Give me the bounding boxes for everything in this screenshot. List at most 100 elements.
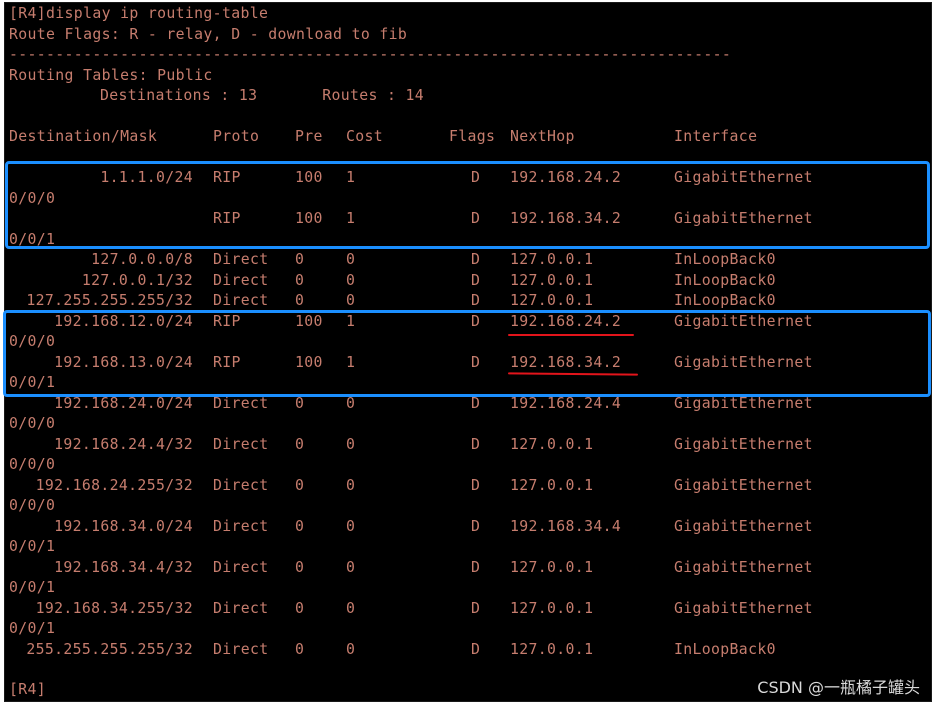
- route-proto: Direct: [213, 476, 269, 494]
- route-cost: 0: [346, 271, 356, 289]
- separator-line: ----------------------------------------…: [9, 46, 732, 63]
- header-nexthop: NextHop: [510, 128, 575, 145]
- route-interface: GigabitEthernet: [674, 558, 813, 576]
- route-pre: 0: [295, 251, 305, 268]
- route-cost: 0: [346, 251, 356, 268]
- route-destination: 192.168.13.0/24: [54, 353, 193, 371]
- route-interface: InLoopBack0: [674, 251, 776, 268]
- terminal-window[interactable]: [R4]display ip routing-table Route Flags…: [4, 2, 932, 702]
- route-destination: 1.1.1.0/24: [100, 169, 193, 186]
- route-interface-continuation: 0/0/1: [9, 230, 56, 248]
- route-destination: 192.168.34.0/24: [54, 517, 193, 535]
- route-nexthop: 127.0.0.1: [510, 435, 594, 453]
- route-nexthop: 192.168.34.2: [510, 210, 622, 227]
- route-nexthop: 192.168.24.2: [510, 312, 622, 330]
- route-pre: 100: [295, 312, 323, 330]
- route-proto: Direct: [213, 558, 269, 576]
- final-prompt: [R4]: [9, 681, 47, 698]
- route-interface: GigabitEthernet: [674, 435, 813, 453]
- route-nexthop: 192.168.34.4: [510, 517, 622, 535]
- route-destination: 192.168.24.255/32: [35, 476, 193, 494]
- route-pre: 0: [295, 435, 305, 453]
- route-proto: Direct: [213, 271, 269, 289]
- command-line: [R4]display ip routing-table: [9, 5, 269, 22]
- route-proto: RIP: [213, 169, 241, 186]
- route-interface: GigabitEthernet: [674, 476, 813, 494]
- route-flags-legend: Route Flags: R - relay, D - download to …: [9, 25, 408, 43]
- route-pre: 0: [295, 558, 305, 576]
- route-pre: 0: [295, 517, 305, 535]
- route-nexthop: 192.168.24.2: [510, 169, 622, 186]
- route-interface: InLoopBack0: [674, 640, 776, 658]
- routing-table-name: Routing Tables: Public: [9, 66, 213, 84]
- route-cost: 0: [346, 292, 356, 309]
- route-nexthop: 127.0.0.1: [510, 640, 594, 658]
- route-flags: D: [471, 353, 481, 371]
- route-cost: 1: [346, 210, 356, 227]
- route-pre: 100: [295, 169, 323, 186]
- route-destination: 192.168.24.4/32: [54, 435, 193, 453]
- route-pre: 100: [295, 353, 323, 371]
- route-flags: D: [471, 210, 481, 227]
- route-proto: Direct: [213, 517, 269, 535]
- route-interface: GigabitEthernet: [674, 210, 813, 227]
- route-cost: 1: [346, 353, 356, 371]
- route-flags: D: [471, 251, 481, 268]
- nexthop-underline-1: [508, 334, 634, 336]
- header-destination: Destination/Mask: [9, 128, 158, 145]
- route-interface: GigabitEthernet: [674, 394, 813, 412]
- route-proto: Direct: [213, 394, 269, 412]
- route-nexthop: 127.0.0.1: [510, 292, 594, 309]
- route-interface: GigabitEthernet: [674, 517, 813, 535]
- route-nexthop: 127.0.0.1: [510, 251, 594, 268]
- header-proto: Proto: [213, 128, 260, 145]
- route-flags: D: [471, 169, 481, 186]
- route-flags: D: [471, 292, 481, 309]
- route-interface-continuation: 0/0/1: [9, 538, 56, 555]
- route-pre: 0: [295, 640, 305, 658]
- route-nexthop: 127.0.0.1: [510, 476, 594, 494]
- route-flags: D: [471, 558, 481, 576]
- screenshot-canvas: [R4]display ip routing-table Route Flags…: [0, 0, 936, 705]
- route-interface: GigabitEthernet: [674, 169, 813, 186]
- route-interface: GigabitEthernet: [674, 353, 813, 371]
- route-destination: 127.255.255.255/32: [26, 292, 193, 309]
- route-proto: Direct: [213, 251, 269, 268]
- route-flags: D: [471, 394, 481, 412]
- route-nexthop: 192.168.24.4: [510, 394, 622, 412]
- route-cost: 0: [346, 517, 356, 535]
- header-interface: Interface: [674, 128, 758, 145]
- route-flags: D: [471, 271, 481, 289]
- route-proto: RIP: [213, 353, 241, 371]
- route-nexthop: 127.0.0.1: [510, 599, 594, 617]
- route-interface: GigabitEthernet: [674, 599, 813, 617]
- route-flags: D: [471, 435, 481, 453]
- route-flags: D: [471, 517, 481, 535]
- route-destination: 255.255.255.255/32: [26, 640, 193, 658]
- route-nexthop: 192.168.34.2: [510, 353, 622, 371]
- route-cost: 0: [346, 558, 356, 576]
- route-interface-continuation: 0/0/0: [9, 497, 56, 514]
- route-pre: 0: [295, 599, 305, 617]
- route-destination: 192.168.34.255/32: [35, 599, 193, 617]
- route-flags: D: [471, 312, 481, 330]
- route-pre: 100: [295, 210, 323, 227]
- route-proto: Direct: [213, 435, 269, 453]
- route-destination: 127.0.0.1/32: [81, 271, 193, 289]
- route-cost: 0: [346, 435, 356, 453]
- route-interface-continuation: 0/0/0: [9, 456, 56, 473]
- routing-table-summary: Destinations : 13 Routes : 14: [100, 87, 425, 104]
- route-cost: 0: [346, 394, 356, 412]
- route-proto: Direct: [213, 599, 269, 617]
- route-proto: Direct: [213, 640, 269, 658]
- route-interface-continuation: 0/0/1: [9, 374, 56, 391]
- route-interface: InLoopBack0: [674, 292, 776, 309]
- route-flags: D: [471, 640, 481, 658]
- route-interface-continuation: 0/0/0: [9, 189, 56, 207]
- route-pre: 0: [295, 292, 305, 309]
- route-interface: GigabitEthernet: [674, 312, 813, 330]
- header-pre: Pre: [295, 128, 323, 145]
- route-proto: Direct: [213, 292, 269, 309]
- route-pre: 0: [295, 271, 305, 289]
- route-cost: 1: [346, 312, 356, 330]
